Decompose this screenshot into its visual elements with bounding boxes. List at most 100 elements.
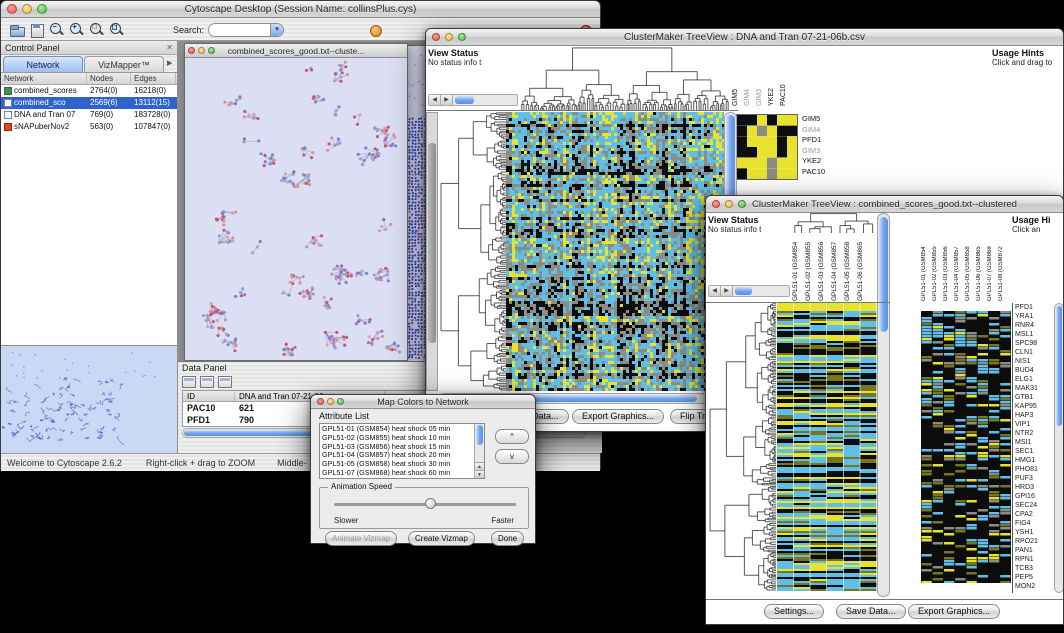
row-dendrogram[interactable] [708,303,776,591]
tab-vizmapper[interactable]: VizMapper™ [84,56,164,72]
column-header[interactable]: Nodes [87,73,131,84]
scroll-down-icon[interactable]: ▼ [475,470,484,478]
tab-network[interactable]: Network [3,56,83,72]
cluster-thumbnail[interactable] [736,114,798,180]
minimize-button[interactable] [198,47,205,54]
save-icon[interactable] [29,22,45,38]
network-view-titlebar[interactable]: combined_scores_good.txt--cluste... [185,44,407,58]
maximize-button[interactable] [458,33,466,41]
network-list-item[interactable]: combined_scores2764(0)16218(0) [1,85,177,97]
animation-speed-slider[interactable] [334,503,516,506]
close-button[interactable] [188,47,195,54]
attribute-item[interactable]: GPL51-02 (GSM855) heat shock 10 min [320,434,474,443]
column-dendrogram[interactable] [521,46,729,110]
gene-label[interactable]: MSL1 [1013,330,1054,339]
gene-label[interactable]: MON2 [1013,582,1054,591]
gene-label[interactable]: PFD1 [1013,303,1054,312]
scroll-up-icon[interactable]: ▲ [475,462,484,470]
gene-label[interactable]: FIG4 [1013,519,1054,528]
search-dropdown-icon[interactable]: ▾ [270,23,283,37]
column-dendrogram[interactable] [792,213,877,233]
maximize-button[interactable] [337,398,344,405]
animate-vizmap-button[interactable]: Animate Vizmap [325,531,397,546]
open-folder-icon[interactable] [9,22,25,38]
gene-label[interactable]: CPA2 [1013,510,1054,519]
minimize-button[interactable] [725,200,733,208]
attribute-columns-icon[interactable] [200,376,214,388]
gene-label[interactable]: GTB1 [1013,393,1054,402]
column-header[interactable]: Network [1,73,87,84]
gene-label[interactable]: PAN1 [1013,546,1054,555]
status-scrollbar[interactable]: ◀ ▶ [428,94,518,106]
column-header[interactable]: Edges [131,73,176,84]
heatmap-canvas[interactable] [777,303,877,591]
gene-label[interactable]: PHO81 [1013,465,1054,474]
gene-label[interactable]: MAK31 [1013,384,1054,393]
tab-overflow-icon[interactable]: ▶ [167,56,172,72]
network-canvas[interactable] [185,58,407,360]
minimize-button[interactable] [327,398,334,405]
attribute-delete-icon[interactable] [218,376,232,388]
done-button[interactable]: Done [491,531,524,546]
search-input[interactable] [209,25,270,35]
gene-label[interactable]: ELG1 [1013,375,1054,384]
orange-badge-icon[interactable] [370,25,382,37]
export-graphics-button[interactable]: Export Graphics... [572,409,664,424]
dialog-titlebar[interactable]: Map Colors to Network [311,395,535,409]
control-panel-close-icon[interactable]: ✕ [166,41,173,54]
gene-label[interactable]: GPI16 [1013,492,1054,501]
network-overview-thumbnail[interactable] [1,346,176,452]
maximize-button[interactable] [37,4,47,14]
gene-label[interactable]: TCB3 [1013,564,1054,573]
dendrogram-vscrollbar[interactable] [426,112,438,391]
column-header[interactable]: ID [183,391,235,401]
gene-label[interactable]: RNR4 [1013,321,1054,330]
zoom-selected-icon[interactable]: □ [89,22,105,38]
gene-label[interactable]: SEC24 [1013,501,1054,510]
treeview-combined-titlebar[interactable]: ClusterMaker TreeView : combined_scores_… [706,196,1063,213]
cytoscape-titlebar[interactable]: Cytoscape Desktop (Session Name: collins… [1,1,600,18]
attribute-item[interactable]: GPL51-03 (GSM856) heat shock 15 min [320,443,474,452]
close-button[interactable] [317,398,324,405]
zoom-out-icon[interactable]: − [49,22,65,38]
gene-label[interactable]: NTR2 [1013,429,1054,438]
row-dendrogram[interactable] [439,112,506,391]
settings-button[interactable]: Settings... [764,604,824,619]
attribute-item[interactable]: GPL51-07 (GSM868) heat shock 60 min [320,469,474,478]
gene-label[interactable]: RPN1 [1013,555,1054,564]
close-button[interactable] [7,4,17,14]
gene-list-vscrollbar[interactable] [1054,303,1063,593]
network-list-item[interactable]: sNAPuberNov2563(0)107847(0) [1,121,177,133]
treeview-dna-titlebar[interactable]: ClusterMaker TreeView : DNA and Tran 07-… [426,29,1063,46]
gene-label[interactable]: HAP3 [1013,411,1054,420]
minimize-button[interactable] [22,4,32,14]
minimize-button[interactable] [445,33,453,41]
gene-label[interactable]: HRD3 [1013,483,1054,492]
network-overview-panel[interactable] [1,345,177,453]
maximize-button[interactable] [208,47,215,54]
attribute-list[interactable]: GPL51-01 (GSM854) heat shock 05 minGPL51… [319,423,485,479]
network-list-item[interactable]: combined_sco2569(6)13112(15) [1,97,177,109]
status-scrollbar[interactable]: ◀ ▶ [708,285,790,297]
zoom-fit-icon[interactable]: ◻ [109,22,125,38]
heatmap-canvas[interactable] [506,112,724,391]
maximize-button[interactable] [738,200,746,208]
attribute-item[interactable]: GPL51-04 (GSM857) heat shock 20 min [320,451,474,460]
gene-label[interactable]: SPC98 [1013,339,1054,348]
move-up-button[interactable]: ^ [495,429,529,444]
network-list-item[interactable]: DNA and Tran 07769(0)183728(0) [1,109,177,121]
close-button[interactable] [432,33,440,41]
gene-label[interactable]: MSI1 [1013,438,1054,447]
scroll-left-icon[interactable]: ◀ [709,286,721,296]
gene-label[interactable]: YRA1 [1013,312,1054,321]
attribute-item[interactable]: GPL51-05 (GSM858) heat shock 30 min [320,460,474,469]
gene-label[interactable]: PEP5 [1013,573,1054,582]
gene-label[interactable]: SEC1 [1013,447,1054,456]
gene-label[interactable]: NIS1 [1013,357,1054,366]
attribute-item[interactable]: GPL51-01 (GSM854) heat shock 05 min [320,425,474,434]
save-data-button[interactable]: Save Data... [836,604,906,619]
gene-label[interactable]: YSH1 [1013,528,1054,537]
slider-knob[interactable] [425,498,436,509]
attribute-grid-icon[interactable] [182,376,196,388]
zoom-in-icon[interactable]: + [69,22,85,38]
